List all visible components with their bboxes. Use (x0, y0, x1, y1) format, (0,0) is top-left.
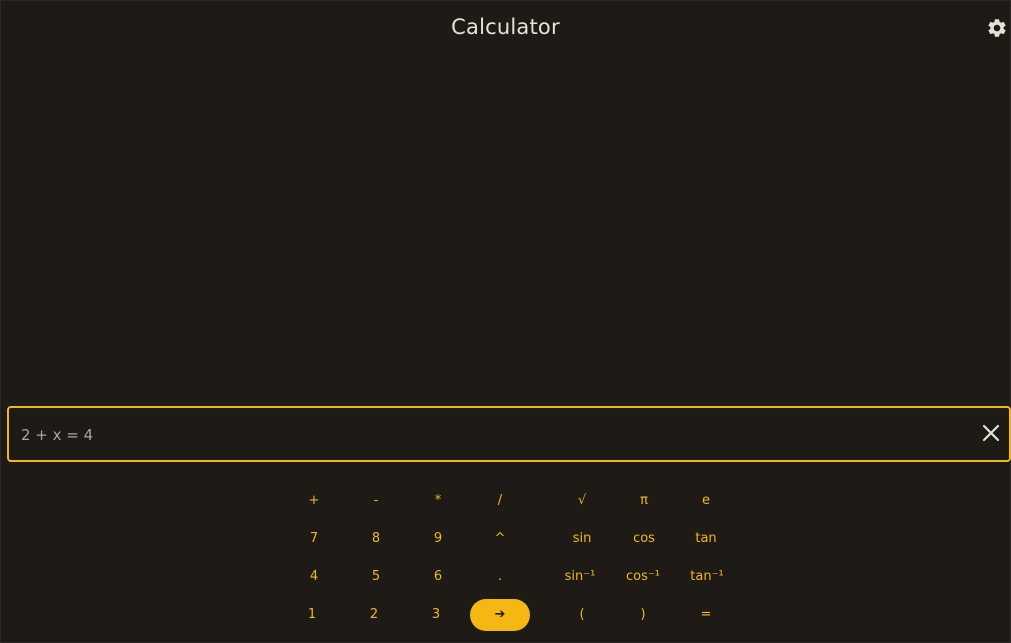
key-power[interactable]: ^ (470, 523, 530, 555)
key-open-paren[interactable]: ( (552, 599, 612, 631)
clear-button[interactable] (981, 423, 1001, 443)
submit-arrow-button[interactable]: ➔ (470, 599, 530, 631)
key-close-paren[interactable]: ) (613, 599, 673, 631)
key-1[interactable]: 1 (282, 599, 342, 631)
key-9[interactable]: 9 (408, 523, 468, 555)
key-plus[interactable]: + (284, 485, 344, 517)
key-3[interactable]: 3 (406, 599, 466, 631)
key-arcsin[interactable]: sin⁻¹ (550, 561, 610, 593)
key-6[interactable]: 6 (408, 561, 468, 593)
key-pi[interactable]: π (614, 485, 674, 517)
key-minus[interactable]: - (346, 485, 406, 517)
key-sin[interactable]: sin (552, 523, 612, 555)
key-2[interactable]: 2 (344, 599, 404, 631)
settings-button[interactable] (986, 17, 1008, 39)
close-icon (981, 423, 1001, 443)
key-8[interactable]: 8 (346, 523, 406, 555)
gear-icon (986, 17, 1008, 39)
key-4[interactable]: 4 (284, 561, 344, 593)
app-title: Calculator (451, 15, 560, 39)
expression-field (7, 406, 1011, 462)
key-cos[interactable]: cos (614, 523, 674, 555)
key-arccos[interactable]: cos⁻¹ (613, 561, 673, 593)
key-equals[interactable]: = (676, 599, 736, 631)
key-divide[interactable]: / (470, 485, 530, 517)
key-e[interactable]: e (676, 485, 736, 517)
key-sqrt[interactable]: √ (552, 485, 612, 517)
key-7[interactable]: 7 (284, 523, 344, 555)
expression-input[interactable] (19, 408, 963, 462)
key-decimal[interactable]: . (470, 561, 530, 593)
key-multiply[interactable]: * (408, 485, 468, 517)
key-arctan[interactable]: tan⁻¹ (677, 561, 737, 593)
key-5[interactable]: 5 (346, 561, 406, 593)
key-tan[interactable]: tan (676, 523, 736, 555)
calculator-window: Calculator + - * / √ π e 7 8 9 ^ (0, 0, 1011, 643)
